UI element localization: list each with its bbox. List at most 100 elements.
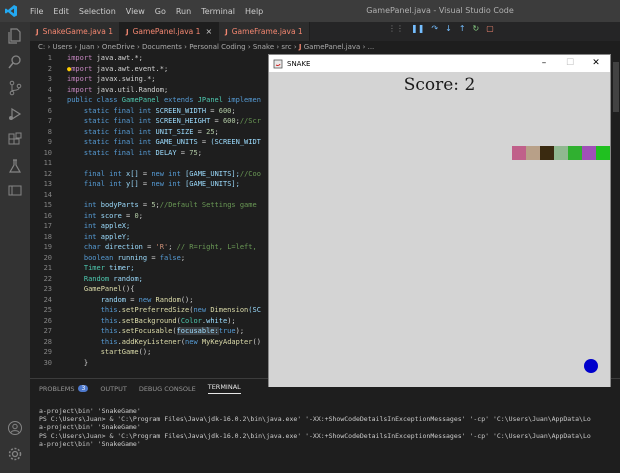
code-line: this.addKeyListener(new MyKeyAdapter() — [100, 337, 261, 346]
code-line: final int y[] = new int [GAME_UNITS]; — [83, 180, 240, 188]
tab-problems[interactable]: PROBLEMS 3 — [39, 383, 89, 394]
line-number: 17 — [43, 222, 52, 230]
apple — [584, 359, 598, 373]
breadcrumb-item[interactable]: Personal Coding — [189, 43, 245, 51]
line-number: 16 — [43, 211, 52, 220]
settings-gear-icon[interactable] — [7, 446, 23, 462]
step-out-icon[interactable]: ↑ — [459, 24, 466, 33]
menu-help[interactable]: Help — [240, 7, 268, 16]
terminal-line: a-project\bin' 'SnakeGame' — [39, 423, 141, 431]
line-number: 5 — [47, 96, 52, 104]
code-line: int appleX; — [83, 222, 131, 230]
terminal-line: PS C:\Users\Juan> & 'C:\Program Files\Ja… — [39, 432, 591, 440]
breadcrumb-item[interactable]: Juan — [79, 43, 94, 51]
line-number: 21 — [43, 264, 52, 272]
bottom-panel: PROBLEMS 3 OUTPUT DEBUG CONSOLE TERMINAL … — [30, 378, 620, 473]
line-number: 18 — [43, 232, 52, 241]
breadcrumb-item[interactable]: OneDrive — [102, 43, 135, 51]
java-file-icon: J — [298, 43, 302, 51]
tab-output[interactable]: OUTPUT — [100, 383, 127, 394]
run-debug-icon[interactable] — [7, 106, 23, 122]
java-file-icon: J — [126, 27, 129, 36]
close-tab-icon[interactable]: × — [205, 27, 212, 36]
code-line: static final int SCREEN_HEIGHT = 600;//S… — [83, 117, 261, 125]
line-number: 24 — [43, 295, 52, 304]
tab-gameframe[interactable]: J GameFrame.java 1 — [219, 22, 310, 41]
testing-flask-icon[interactable] — [7, 158, 23, 174]
account-icon[interactable] — [7, 420, 23, 436]
search-icon[interactable] — [7, 54, 23, 70]
menu-terminal[interactable]: Terminal — [196, 7, 240, 16]
editor-scrollbar[interactable] — [613, 62, 619, 112]
code-line: import java.awt.*; — [67, 54, 143, 62]
close-button[interactable]: ✕ — [583, 55, 609, 72]
code-line: GamePanel(){ — [83, 285, 135, 293]
line-number: 12 — [43, 169, 52, 178]
line-number: 1 — [47, 54, 52, 62]
menu-run[interactable]: Run — [171, 7, 196, 16]
line-number: 29 — [43, 348, 52, 356]
menu-selection[interactable]: Selection — [74, 7, 121, 16]
line-number: 7 — [47, 117, 52, 125]
menu-view[interactable]: View — [121, 7, 150, 16]
breadcrumb-item[interactable]: GamePanel.java — [304, 43, 361, 51]
java-projects-icon[interactable] — [7, 182, 23, 198]
code-line: char direction = 'R'; // R=right, L=left… — [83, 243, 257, 251]
pause-icon[interactable]: ❚❚ — [411, 24, 424, 33]
debug-toolbar: ⋮⋮ ❚❚ ↷ ↓ ↑ ↻ ▢ — [388, 24, 494, 33]
breadcrumb-item[interactable]: src — [281, 43, 291, 51]
line-number: 20 — [43, 253, 52, 262]
code-line: final int x[] = new int [GAME_UNITS];//C… — [83, 169, 261, 178]
restart-icon[interactable]: ↻ — [473, 24, 480, 33]
source-control-icon[interactable] — [7, 80, 23, 96]
menu-bar: File Edit Selection View Go Run Terminal… — [25, 7, 268, 16]
game-panel[interactable]: Score: 2 — [269, 72, 610, 387]
tab-label: GameFrame.java 1 — [231, 27, 303, 36]
stop-icon[interactable]: ▢ — [486, 24, 494, 33]
menu-file[interactable]: File — [25, 7, 48, 16]
extensions-icon[interactable] — [7, 132, 23, 148]
minimize-button[interactable]: – — [531, 55, 557, 72]
tab-snakegame[interactable]: J SnakeGame.java 1 — [30, 22, 120, 41]
breadcrumb-item[interactable]: Users — [53, 43, 73, 51]
code-line: static final int UNIT_SIZE = 25; — [83, 127, 219, 136]
score-label: Score: 2 — [403, 75, 476, 95]
explorer-icon[interactable] — [7, 28, 23, 44]
drag-handle-icon[interactable]: ⋮⋮ — [388, 24, 404, 33]
line-number: 30 — [43, 358, 52, 367]
code-line: import java.util.Random; — [67, 85, 169, 94]
tab-label: GamePanel.java 1 — [132, 27, 201, 36]
breadcrumb-item[interactable]: Documents — [142, 43, 182, 51]
tab-debug-console[interactable]: DEBUG CONSOLE — [139, 383, 196, 394]
code-line: this.setBackground(Color.white); — [100, 316, 236, 325]
tab-terminal[interactable]: TERMINAL — [207, 383, 241, 394]
breadcrumb-item[interactable]: C: — [38, 43, 45, 51]
breadcrumb-item[interactable]: Snake — [253, 43, 274, 51]
snake-segment — [512, 146, 526, 160]
code-line: int appleY; — [83, 232, 131, 241]
code-line: random = new Random(); — [100, 295, 194, 304]
code-line: static final int SCREEN_WIDTH = 600; — [83, 106, 236, 115]
snake-game-window[interactable]: SNAKE – ☐ ✕ Score: 2 — [268, 54, 611, 387]
step-into-icon[interactable]: ↓ — [445, 24, 452, 33]
line-number: 23 — [43, 285, 52, 293]
line-number: 11 — [43, 159, 52, 167]
code-line: public class GamePanel extends JPanel im… — [67, 96, 261, 104]
breadcrumb-item[interactable]: ... — [368, 43, 375, 51]
maximize-button[interactable]: ☐ — [557, 55, 583, 72]
menu-edit[interactable]: Edit — [48, 7, 74, 16]
code-line: static final int GAME_UNITS = (SCREEN_WI… — [83, 138, 261, 146]
activity-bar — [0, 22, 30, 473]
line-number: 28 — [43, 337, 52, 346]
editor-tabs: J SnakeGame.java 1 J GamePanel.java 1 × … — [30, 22, 620, 41]
tab-gamepanel[interactable]: J GamePanel.java 1 × — [120, 22, 220, 41]
terminal-line: a-project\bin' 'SnakeGame' — [39, 407, 141, 415]
line-number: 4 — [47, 85, 52, 94]
snake-segment — [540, 146, 554, 160]
code-line: Random random; — [83, 274, 143, 283]
snake-window-titlebar[interactable]: SNAKE – ☐ ✕ — [269, 55, 610, 72]
breadcrumb: C: › Users › Juan › OneDrive › Documents… — [38, 43, 375, 51]
problems-count-badge: 3 — [78, 385, 89, 392]
step-over-icon[interactable]: ↷ — [431, 24, 438, 33]
menu-go[interactable]: Go — [150, 7, 171, 16]
